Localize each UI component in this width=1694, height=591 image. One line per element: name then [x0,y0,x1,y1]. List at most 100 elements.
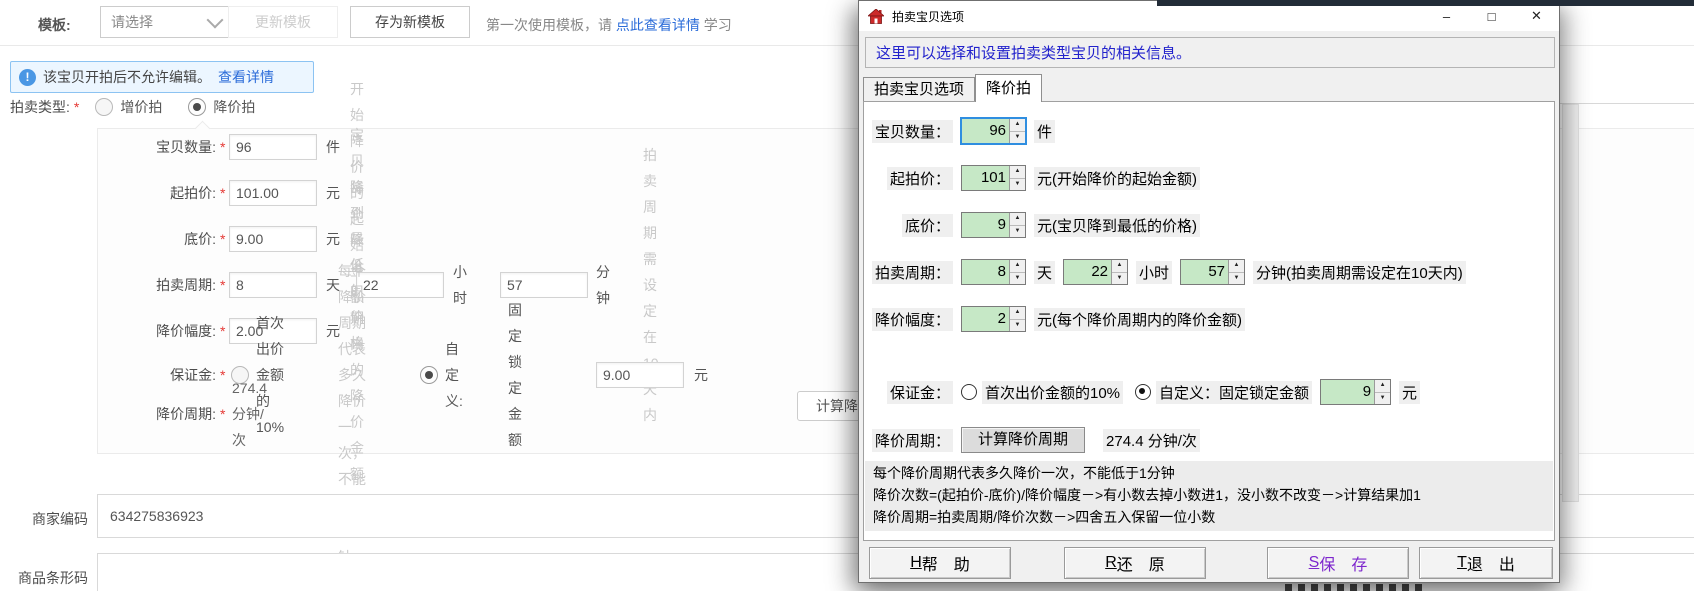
dlg-quantity-value[interactable]: 96 [962,119,1009,143]
dlg-step-unit: 元(每个降价周期内的降价金额) [1034,308,1245,331]
restore-button[interactable]: R还 原 [1064,547,1206,579]
help-line-3: 降价周期=拍卖周期/降价次数－>四舍五入保留一位小数 [873,506,1545,528]
dlg-floor-price-unit: 元(宝贝降到最低的价格) [1034,214,1200,237]
dlg-quantity-unit: 件 [1034,120,1055,143]
radio-option-decrease[interactable]: 降价拍 [188,97,255,117]
spin-up-icon[interactable]: ▲ [1229,260,1244,273]
spin-up-icon[interactable]: ▲ [1010,166,1025,179]
cycle-hours-input[interactable] [356,272,444,298]
spin-down-icon[interactable]: ▼ [1010,179,1025,191]
spin-down-icon[interactable]: ▼ [1112,273,1127,285]
calc-period-button[interactable]: 计算降价周期 [961,427,1085,453]
dlg-period-label: 降价周期： [872,429,953,452]
help-line-2: 降价次数=(起拍价-底价)/降价幅度－>有小数去掉小数进1，没小数不改变－>计算… [873,484,1545,506]
dlg-cycle-minutes-spinbox[interactable]: 57 ▲▼ [1180,259,1245,285]
spin-down-icon[interactable]: ▼ [1375,393,1390,405]
cycle-days-input[interactable] [229,272,317,298]
quantity-input[interactable] [229,134,317,160]
template-select-value: 请选择 [111,12,153,32]
cycle-minutes-input[interactable] [500,272,588,298]
required-asterisk: * [74,99,79,115]
template-select[interactable]: 请选择 [100,6,232,38]
view-details-link[interactable]: 点此查看详情 [616,17,700,33]
template-label: 模板: [38,15,71,35]
radio-icon[interactable] [95,98,113,116]
spin-up-icon[interactable]: ▲ [1112,260,1127,273]
required-asterisk: * [220,180,225,206]
cycle-minutes-unit: 分钟 [596,259,610,311]
dlg-quantity-label: 宝贝数量： [872,120,953,143]
deposit-option2-label: 自定义: [445,336,463,414]
exit-button[interactable]: T退 出 [1419,547,1553,579]
dialog-tabs: 拍卖宝贝选项 降价拍 [863,73,1042,101]
auction-type-row: 拍卖类型: * 增价拍 降价拍 [10,97,281,117]
page-scrollbar[interactable] [1562,104,1579,502]
deposit-radio-custom[interactable] [420,366,438,384]
deposit-input[interactable] [596,362,684,388]
dlg-deposit-unit: 元 [1399,381,1420,404]
required-asterisk: * [220,362,225,388]
dlg-floor-price-spinbox[interactable]: 9 ▲▼ [961,212,1026,238]
dlg-floor-price-value[interactable]: 9 [962,213,1009,237]
save-as-new-template-button[interactable]: 存为新模板 [350,6,470,38]
spin-up-icon[interactable]: ▲ [1010,213,1025,226]
spin-down-icon[interactable]: ▼ [1010,132,1025,144]
period-label: 降价周期: [98,401,216,427]
floor-price-label: 底价: [98,226,216,252]
floor-price-input[interactable] [229,226,317,252]
dlg-cycle-row: 拍卖周期： 8 ▲▼ 天 22 ▲▼ 小时 57 ▲▼ 分钟(拍卖周期需设定在1… [871,259,1551,285]
save-button[interactable]: S保 存 [1267,547,1409,579]
radio-option-increase[interactable]: 增价拍 [95,97,162,117]
update-template-button[interactable]: 更新模板 [228,6,338,38]
dlg-start-price-value[interactable]: 101 [962,166,1009,190]
dlg-deposit-value[interactable]: 9 [1321,380,1374,404]
dlg-period-value: 274.4 分钟/次 [1103,429,1200,452]
start-price-input[interactable] [229,180,317,206]
dlg-cycle-label: 拍卖周期： [872,261,953,284]
tab-auction-options[interactable]: 拍卖宝贝选项 [863,77,975,101]
dlg-deposit-option1: 首次出价金额的10% [982,381,1123,404]
start-price-label: 起拍价: [98,180,216,206]
dlg-cycle-days-spinbox[interactable]: 8 ▲▼ [961,259,1026,285]
barcode-label: 商品条形码 [0,568,88,588]
dlg-deposit-spinbox[interactable]: 9 ▲▼ [1320,379,1391,405]
auction-type-label: 拍卖类型: [10,97,70,117]
dlg-start-price-row: 起拍价： 101 ▲▼ 元(开始降价的起始金额) [871,165,1551,191]
spin-down-icon[interactable]: ▼ [1010,320,1025,332]
dlg-floor-price-label: 底价： [902,214,953,237]
screen: 模板: 请选择 更新模板 存为新模板 第一次使用模板，请 点此查看详情 学习 !… [0,0,1694,591]
floor-price-unit: 元 [326,226,340,252]
step-label: 降价幅度: [98,318,216,344]
dlg-cycle-hours-value[interactable]: 22 [1064,260,1111,284]
notice-text: 该宝贝开拍后不允许编辑。 [43,67,211,87]
spin-down-icon[interactable]: ▼ [1229,273,1244,285]
help-button[interactable]: H帮 助 [869,547,1011,579]
spin-up-icon[interactable]: ▲ [1010,260,1025,273]
spin-up-icon[interactable]: ▲ [1375,380,1390,393]
required-asterisk: * [220,401,225,427]
spin-down-icon[interactable]: ▼ [1010,273,1025,285]
dlg-cycle-days-value[interactable]: 8 [962,260,1009,284]
dialog-subtitle-strip: 这里可以选择和设置拍卖类型宝贝的相关信息。 [865,37,1555,68]
house-icon [868,9,884,24]
dlg-deposit-radio-custom[interactable] [1135,384,1151,400]
dlg-start-price-spinbox[interactable]: 101 ▲▼ [961,165,1026,191]
dlg-step-row: 降价幅度： 2 ▲▼ 元(每个降价周期内的降价金额) [871,306,1551,332]
dlg-cycle-hours-spinbox[interactable]: 22 ▲▼ [1063,259,1128,285]
tab-decrease-auction[interactable]: 降价拍 [975,74,1042,102]
radio-checked-icon[interactable] [188,98,206,116]
period-value: 274.4分钟/次 [232,375,267,453]
help-line-1: 每个降价周期代表多久降价一次，不能低于1分钟 [873,462,1545,484]
dlg-start-price-unit: 元(开始降价的起始金额) [1034,167,1200,190]
spin-up-icon[interactable]: ▲ [1010,119,1025,132]
spin-down-icon[interactable]: ▼ [1010,226,1025,238]
dlg-quantity-spinbox[interactable]: 96 ▲▼ [960,117,1027,145]
notice-details-link[interactable]: 查看详情 [218,67,274,87]
dlg-step-spinbox[interactable]: 2 ▲▼ [961,306,1026,332]
background-page-edge [1560,103,1694,104]
dlg-cycle-minutes-value[interactable]: 57 [1181,260,1228,284]
dlg-deposit-radio-percent[interactable] [961,384,977,400]
chevron-down-icon [207,12,224,29]
dlg-step-value[interactable]: 2 [962,307,1009,331]
spin-up-icon[interactable]: ▲ [1010,307,1025,320]
